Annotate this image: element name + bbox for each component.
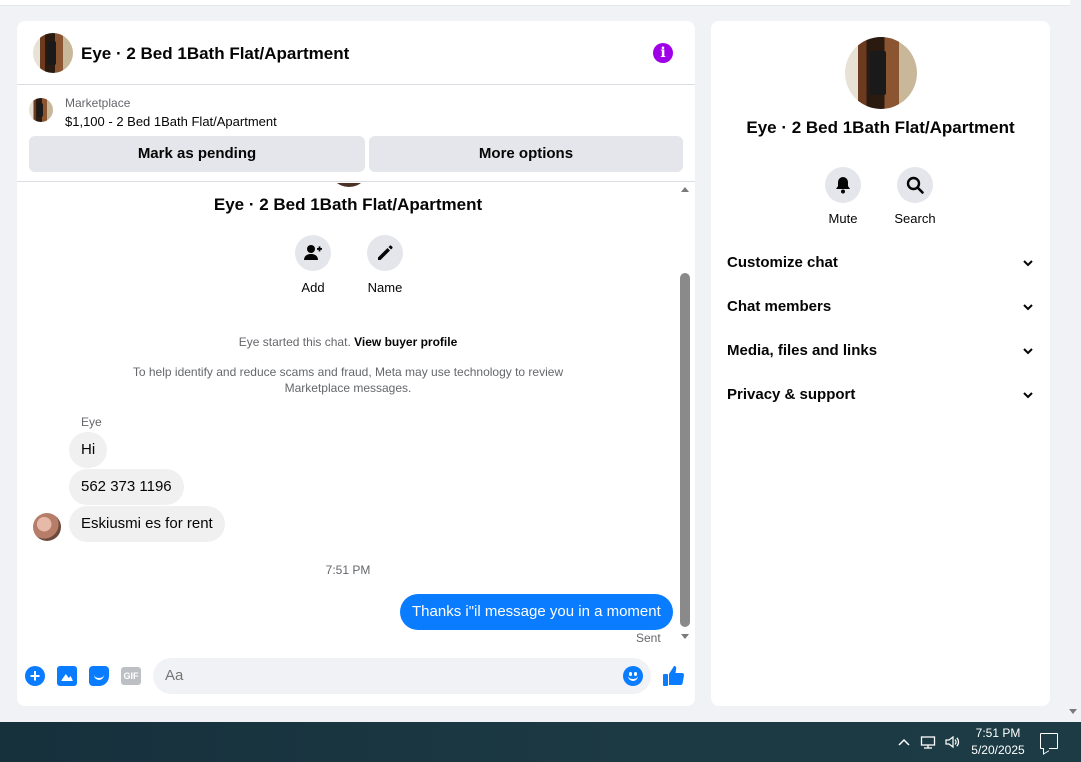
info-title: Eye · 2 Bed 1Bath Flat/Apartment (746, 118, 1015, 137)
network-icon[interactable] (920, 734, 936, 750)
gif-icon[interactable]: GIF (121, 667, 141, 685)
search-button[interactable]: Search (885, 167, 945, 226)
outgoing-message[interactable]: Thanks i"il message you in a moment (400, 594, 673, 630)
emoji-icon[interactable] (623, 666, 643, 686)
listing-thumbnail[interactable] (29, 98, 53, 122)
incoming-message[interactable]: Eskiusmi es for rent (69, 506, 225, 542)
marketplace-label: Marketplace (65, 96, 131, 110)
mark-as-pending-button[interactable]: Mark as pending (29, 136, 365, 172)
listing-title[interactable]: $1,100 - 2 Bed 1Bath Flat/Apartment (65, 114, 277, 129)
sender-name: Eye (81, 415, 102, 429)
chat-started-notice: Eye started this chat. View buyer profil… (17, 335, 679, 349)
marketplace-bar: Marketplace $1,100 - 2 Bed 1Bath Flat/Ap… (17, 86, 695, 182)
top-divider (0, 0, 1070, 6)
message-list[interactable]: Eye · 2 Bed 1Bath Flat/Apartment Add Nam… (17, 183, 695, 653)
system-clock[interactable]: 7:51 PM 5/20/2025 (966, 725, 1030, 759)
like-icon[interactable] (661, 664, 685, 688)
message-scrollbar[interactable] (679, 185, 691, 647)
chat-window: Eye · 2 Bed 1Bath Flat/Apartment i Marke… (17, 21, 695, 706)
scroll-thumb[interactable] (680, 273, 690, 627)
more-options-button[interactable]: More options (369, 136, 683, 172)
section-label: Privacy & support (727, 386, 856, 403)
incoming-message[interactable]: 562 373 1196 (69, 469, 184, 505)
sender-avatar[interactable] (33, 513, 61, 541)
taskbar: 7:51 PM 5/20/2025 (0, 722, 1081, 762)
add-label: Add (301, 280, 325, 295)
chevron-down-icon (1023, 304, 1033, 311)
safety-notice: To help identify and reduce scams and fr… (132, 365, 564, 395)
clock-date: 5/20/2025 (971, 743, 1025, 757)
chat-members-section[interactable]: Chat members (727, 292, 1034, 322)
chevron-down-icon (1023, 260, 1033, 267)
mute-label: Mute (828, 211, 858, 226)
bell-icon (825, 167, 861, 203)
scroll-up-arrow-icon[interactable] (681, 187, 689, 192)
view-buyer-profile-link[interactable]: View buyer profile (354, 335, 457, 349)
message-composer: + GIF (17, 656, 695, 706)
chevron-down-icon (1023, 348, 1033, 355)
clock-time: 7:51 PM (975, 726, 1021, 740)
incoming-message[interactable]: Hi (69, 432, 108, 468)
profile-avatar (329, 183, 369, 187)
search-label: Search (894, 211, 936, 226)
timestamp-separator: 7:51 PM (325, 563, 371, 577)
conversation-info-panel: Eye · 2 Bed 1Bath Flat/Apartment Mute Se… (711, 21, 1050, 706)
search-icon (897, 167, 933, 203)
chevron-down-icon (1023, 392, 1033, 399)
message-input[interactable] (153, 658, 651, 694)
chevron-up-icon[interactable] (896, 734, 912, 750)
add-person-icon (295, 235, 331, 271)
photo-icon[interactable] (57, 666, 77, 686)
notifications-icon[interactable] (1040, 733, 1058, 749)
delivery-status: Sent (636, 631, 661, 645)
sticker-icon[interactable] (89, 666, 109, 686)
started-text: Eye started this chat. (238, 335, 351, 349)
add-people-button[interactable]: Add (283, 235, 343, 295)
media-files-links-section[interactable]: Media, files and links (727, 336, 1034, 366)
pencil-icon (367, 235, 403, 271)
conversation-title[interactable]: Eye · 2 Bed 1Bath Flat/Apartment (81, 44, 349, 64)
plus-icon[interactable]: + (25, 666, 45, 686)
customize-chat-section[interactable]: Customize chat (727, 248, 1034, 278)
scroll-down-arrow-icon[interactable] (681, 634, 689, 639)
volume-icon[interactable] (944, 734, 960, 750)
info-icon[interactable]: i (653, 43, 673, 63)
conversation-photo[interactable] (845, 37, 917, 109)
page-scroll-down-arrow-icon[interactable] (1069, 709, 1077, 714)
chat-title: Eye · 2 Bed 1Bath Flat/Apartment (213, 195, 483, 214)
mute-button[interactable]: Mute (813, 167, 873, 226)
section-label: Media, files and links (727, 342, 878, 359)
privacy-support-section[interactable]: Privacy & support (727, 380, 1034, 410)
chat-header: Eye · 2 Bed 1Bath Flat/Apartment i (17, 21, 695, 85)
name-label: Name (367, 280, 403, 295)
section-label: Chat members (727, 298, 832, 315)
name-button[interactable]: Name (355, 235, 415, 295)
section-label: Customize chat (727, 254, 838, 271)
conversation-avatar[interactable] (33, 33, 73, 73)
